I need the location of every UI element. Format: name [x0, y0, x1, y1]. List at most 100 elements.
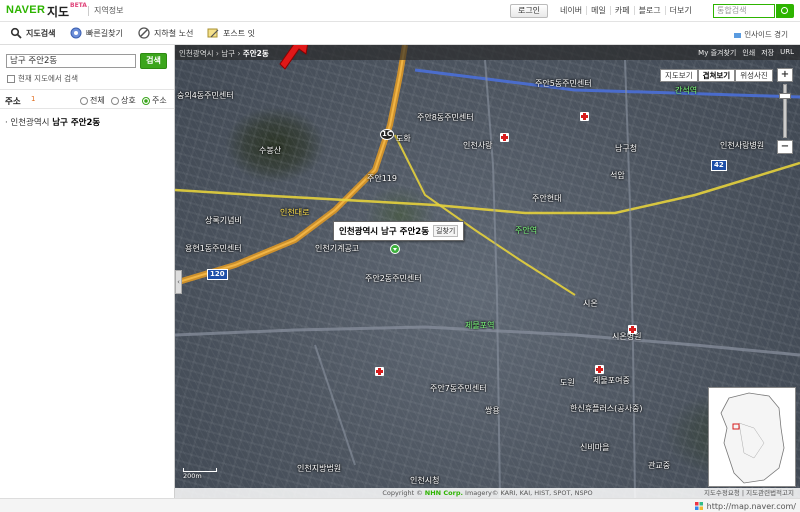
route-button[interactable]: 길찾기: [433, 225, 459, 237]
map-label[interactable]: 상록기념비: [205, 215, 242, 226]
print-button[interactable]: 인쇄: [742, 48, 755, 58]
filter-business[interactable]: 상호: [111, 95, 136, 106]
map-label[interactable]: 제물포여중: [593, 375, 630, 386]
map-label[interactable]: 주안2동주민센터: [365, 273, 422, 284]
browser-status-bar: http://map.naver.com/: [0, 498, 800, 512]
map-label[interactable]: 시온: [583, 298, 598, 309]
map-label[interactable]: 주안역: [515, 225, 537, 236]
tool-label: 지도검색: [26, 28, 56, 38]
breadcrumb-district[interactable]: 남구: [221, 49, 235, 58]
map-label[interactable]: 주안119: [367, 173, 397, 184]
map-label[interactable]: 숭의4동주민센터: [177, 90, 234, 101]
map-canvas[interactable]: 인천광역시 › 남구 › 주안2동 My 즐겨찾기 인쇄 저장 URL 지도보기…: [175, 45, 800, 498]
zoom-slider[interactable]: [779, 84, 791, 138]
map-label[interactable]: 주안7동주민센터: [430, 383, 487, 394]
url-button[interactable]: URL: [780, 48, 794, 58]
radio-button[interactable]: [142, 96, 150, 105]
panel-collapse-handle[interactable]: ‹: [175, 270, 182, 294]
save-button[interactable]: 저장: [761, 48, 774, 58]
nav-blog[interactable]: 블로그: [635, 6, 666, 15]
highway-shield[interactable]: 42: [711, 160, 727, 171]
map-label[interactable]: 주안5동주민센터: [535, 78, 592, 89]
hospital-icon[interactable]: [500, 133, 509, 142]
hospital-icon[interactable]: [580, 112, 589, 121]
nav-more[interactable]: 더보기: [666, 6, 696, 15]
map-label[interactable]: 수봉산: [259, 145, 281, 156]
login-button[interactable]: 로그인: [510, 4, 548, 18]
breadcrumb-city[interactable]: 인천광역시: [179, 49, 214, 58]
zoom-handle[interactable]: [779, 93, 791, 99]
map-label[interactable]: 관교중: [648, 460, 670, 471]
map-label[interactable]: 한신휴플러스(공사중): [570, 403, 642, 414]
tool-post-it[interactable]: 포스트 잇: [207, 27, 255, 39]
map-label[interactable]: 인천기계공고: [315, 243, 359, 254]
top-bar: NAVER 지도 BETA 지역정보 로그인 네이버 메일 카페 블로그 더보기…: [0, 0, 800, 22]
subway-icon: [138, 27, 150, 39]
location-popup[interactable]: 인천광역시 남구 주안2동 길찾기: [333, 221, 465, 241]
region-info-link[interactable]: 지역정보: [94, 5, 123, 16]
breadcrumb-dong[interactable]: 주안2동: [243, 49, 269, 58]
status-url: http://map.naver.com/: [694, 501, 796, 511]
checkbox[interactable]: [7, 74, 15, 83]
map-label[interactable]: 남구청: [615, 143, 637, 154]
tool-map-search[interactable]: 지도검색: [10, 27, 55, 39]
map-label[interactable]: 인천시청: [410, 475, 439, 486]
nav-cafe[interactable]: 카페: [611, 6, 635, 15]
post-it-icon: [207, 28, 219, 38]
map-label[interactable]: 도원: [560, 377, 575, 388]
copyright-company[interactable]: NHN Corp.: [425, 489, 463, 497]
search-button[interactable]: 검색: [140, 53, 167, 69]
map-label[interactable]: 석암: [610, 170, 625, 181]
hospital-icon[interactable]: [628, 325, 637, 334]
filter-address[interactable]: 주소: [142, 95, 167, 106]
hospital-icon[interactable]: [595, 365, 604, 374]
radio-label: 전체: [90, 96, 105, 105]
location-pin-icon[interactable]: [390, 244, 400, 254]
interchange-badge[interactable]: 1C: [380, 129, 395, 140]
map-label[interactable]: 용현1동주민센터: [185, 243, 242, 254]
search-in-map-option[interactable]: 현재 지도에서 검색: [7, 73, 78, 84]
legal-links[interactable]: 지도수정요청 | 지도관련법적고지: [704, 488, 794, 498]
map-label[interactable]: 간석역: [675, 85, 697, 96]
global-search-input[interactable]: 통합검색: [713, 4, 775, 18]
tab-map[interactable]: 지도보기: [660, 69, 698, 82]
map-label[interactable]: 주안현대: [532, 193, 561, 204]
naver-logo[interactable]: NAVER: [6, 4, 45, 16]
tab-satellite[interactable]: 위성사진: [735, 69, 773, 82]
imagery-credit: Imagery© KARI, KAI, HIST, SPOT, NSPO: [465, 489, 593, 497]
popup-title: 인천광역시 남구 주안2동: [339, 227, 430, 237]
service-nav: 네이버 메일 카페 블로그 더보기: [556, 6, 696, 15]
query-input[interactable]: 남구 주안2동: [6, 54, 136, 68]
filter-title: 주소: [5, 97, 21, 107]
map-label[interactable]: 인천지방법원: [297, 463, 341, 474]
filter-all[interactable]: 전체: [80, 95, 105, 106]
map-label[interactable]: 인천사랑: [463, 140, 492, 151]
nav-mail[interactable]: 메일: [587, 6, 611, 15]
favorites-button[interactable]: My 즐겨찾기: [698, 48, 736, 58]
red-arrow-annotation: [279, 45, 309, 70]
map-label[interactable]: 주안8동주민센터: [417, 112, 474, 123]
map-label[interactable]: 시온병원: [612, 331, 641, 342]
result-item[interactable]: · 인천광역시 남구 주안2동: [5, 116, 100, 128]
tab-overlay[interactable]: 겹쳐보기: [697, 69, 736, 82]
map-label[interactable]: 도화: [396, 133, 411, 144]
insight-link[interactable]: 인사이드 경기: [734, 29, 788, 40]
radio-button[interactable]: [80, 96, 88, 105]
hospital-icon[interactable]: [375, 367, 384, 376]
map-label[interactable]: 인천사랑병원: [720, 140, 764, 151]
map-label[interactable]: 쌍용: [485, 405, 500, 416]
map-product-title[interactable]: 지도: [47, 3, 69, 20]
map-label[interactable]: 제물포역: [465, 320, 494, 331]
nav-naver[interactable]: 네이버: [556, 6, 588, 15]
map-label[interactable]: 신비마을: [580, 442, 609, 453]
overview-minimap[interactable]: [708, 387, 796, 487]
radio-button[interactable]: [111, 96, 119, 105]
search-panel: 남구 주안2동 검색 현재 지도에서 검색 주소 1 전체 상호 주소 · 인천…: [0, 45, 175, 512]
zoom-in-button[interactable]: +: [777, 68, 793, 82]
zoom-out-button[interactable]: −: [777, 140, 793, 154]
search-icon[interactable]: [776, 4, 794, 18]
highway-shield[interactable]: 120: [207, 269, 228, 280]
tool-quick-route[interactable]: 빠른길찾기: [70, 27, 123, 39]
map-label[interactable]: 인천대로: [280, 207, 309, 218]
tool-subway[interactable]: 지하철 노선: [138, 27, 193, 39]
